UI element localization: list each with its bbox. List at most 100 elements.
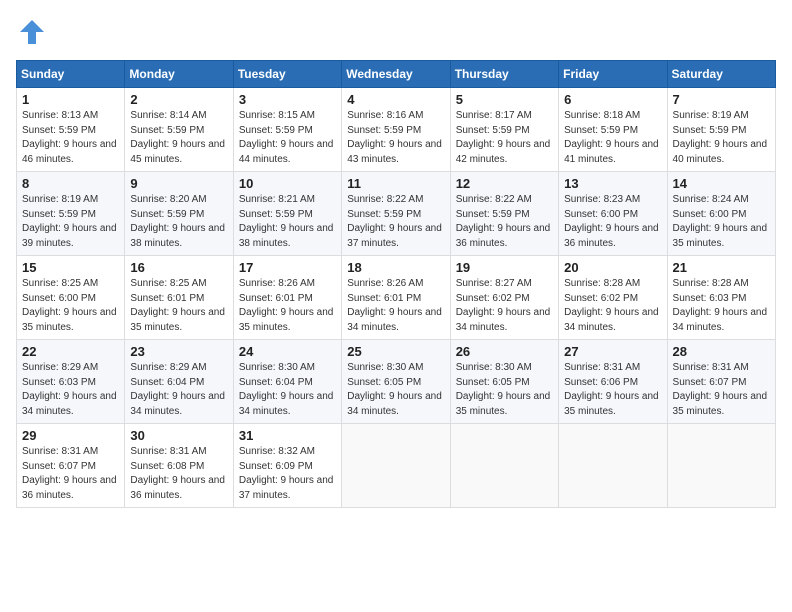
calendar-cell: 1 Sunrise: 8:13 AM Sunset: 5:59 PM Dayli… [17, 88, 125, 172]
day-number: 9 [130, 176, 227, 191]
calendar-cell: 25 Sunrise: 8:30 AM Sunset: 6:05 PM Dayl… [342, 340, 450, 424]
calendar-week-4: 22 Sunrise: 8:29 AM Sunset: 6:03 PM Dayl… [17, 340, 776, 424]
sunrise-label: Sunrise: 8:22 AM [456, 194, 532, 205]
day-info: Sunrise: 8:20 AM Sunset: 5:59 PM Dayligh… [130, 193, 227, 251]
calendar-cell [559, 424, 667, 508]
weekday-header-sunday: Sunday [17, 61, 125, 88]
sunset-label: Sunset: 5:59 PM [347, 209, 421, 220]
daylight-label: Daylight: 9 hours and 34 minutes. [22, 391, 117, 417]
calendar-cell: 28 Sunrise: 8:31 AM Sunset: 6:07 PM Dayl… [667, 340, 775, 424]
day-number: 20 [564, 260, 661, 275]
sunrise-label: Sunrise: 8:24 AM [673, 194, 749, 205]
daylight-label: Daylight: 9 hours and 36 minutes. [22, 475, 117, 501]
daylight-label: Daylight: 9 hours and 44 minutes. [239, 139, 334, 165]
calendar-cell: 17 Sunrise: 8:26 AM Sunset: 6:01 PM Dayl… [233, 256, 341, 340]
day-info: Sunrise: 8:28 AM Sunset: 6:02 PM Dayligh… [564, 277, 661, 335]
calendar-cell: 30 Sunrise: 8:31 AM Sunset: 6:08 PM Dayl… [125, 424, 233, 508]
day-info: Sunrise: 8:21 AM Sunset: 5:59 PM Dayligh… [239, 193, 336, 251]
calendar-cell: 15 Sunrise: 8:25 AM Sunset: 6:00 PM Dayl… [17, 256, 125, 340]
day-number: 13 [564, 176, 661, 191]
calendar-cell: 20 Sunrise: 8:28 AM Sunset: 6:02 PM Dayl… [559, 256, 667, 340]
calendar-cell: 8 Sunrise: 8:19 AM Sunset: 5:59 PM Dayli… [17, 172, 125, 256]
day-info: Sunrise: 8:19 AM Sunset: 5:59 PM Dayligh… [673, 109, 770, 167]
day-number: 11 [347, 176, 444, 191]
sunrise-label: Sunrise: 8:29 AM [22, 362, 98, 373]
day-info: Sunrise: 8:29 AM Sunset: 6:03 PM Dayligh… [22, 361, 119, 419]
day-info: Sunrise: 8:22 AM Sunset: 5:59 PM Dayligh… [347, 193, 444, 251]
day-info: Sunrise: 8:31 AM Sunset: 6:08 PM Dayligh… [130, 445, 227, 503]
day-info: Sunrise: 8:18 AM Sunset: 5:59 PM Dayligh… [564, 109, 661, 167]
sunset-label: Sunset: 5:59 PM [22, 125, 96, 136]
sunrise-label: Sunrise: 8:31 AM [130, 446, 206, 457]
day-info: Sunrise: 8:25 AM Sunset: 6:00 PM Dayligh… [22, 277, 119, 335]
sunrise-label: Sunrise: 8:30 AM [456, 362, 532, 373]
daylight-label: Daylight: 9 hours and 34 minutes. [130, 391, 225, 417]
sunrise-label: Sunrise: 8:20 AM [130, 194, 206, 205]
calendar-cell: 14 Sunrise: 8:24 AM Sunset: 6:00 PM Dayl… [667, 172, 775, 256]
day-info: Sunrise: 8:30 AM Sunset: 6:05 PM Dayligh… [347, 361, 444, 419]
weekday-header-wednesday: Wednesday [342, 61, 450, 88]
day-info: Sunrise: 8:30 AM Sunset: 6:05 PM Dayligh… [456, 361, 553, 419]
day-info: Sunrise: 8:30 AM Sunset: 6:04 PM Dayligh… [239, 361, 336, 419]
sunset-label: Sunset: 6:07 PM [22, 461, 96, 472]
sunset-label: Sunset: 6:05 PM [456, 377, 530, 388]
daylight-label: Daylight: 9 hours and 34 minutes. [456, 307, 551, 333]
daylight-label: Daylight: 9 hours and 38 minutes. [239, 223, 334, 249]
weekday-header-friday: Friday [559, 61, 667, 88]
sunset-label: Sunset: 6:04 PM [239, 377, 313, 388]
sunrise-label: Sunrise: 8:31 AM [564, 362, 640, 373]
daylight-label: Daylight: 9 hours and 34 minutes. [347, 307, 442, 333]
daylight-label: Daylight: 9 hours and 38 minutes. [130, 223, 225, 249]
day-info: Sunrise: 8:17 AM Sunset: 5:59 PM Dayligh… [456, 109, 553, 167]
sunset-label: Sunset: 5:59 PM [347, 125, 421, 136]
sunrise-label: Sunrise: 8:29 AM [130, 362, 206, 373]
daylight-label: Daylight: 9 hours and 39 minutes. [22, 223, 117, 249]
day-number: 22 [22, 344, 119, 359]
sunrise-label: Sunrise: 8:31 AM [673, 362, 749, 373]
sunrise-label: Sunrise: 8:17 AM [456, 110, 532, 121]
sunset-label: Sunset: 5:59 PM [22, 209, 96, 220]
page-header [16, 16, 776, 48]
day-number: 27 [564, 344, 661, 359]
day-number: 31 [239, 428, 336, 443]
daylight-label: Daylight: 9 hours and 41 minutes. [564, 139, 659, 165]
day-info: Sunrise: 8:24 AM Sunset: 6:00 PM Dayligh… [673, 193, 770, 251]
sunset-label: Sunset: 5:59 PM [673, 125, 747, 136]
daylight-label: Daylight: 9 hours and 43 minutes. [347, 139, 442, 165]
calendar-cell: 2 Sunrise: 8:14 AM Sunset: 5:59 PM Dayli… [125, 88, 233, 172]
calendar-header-row: SundayMondayTuesdayWednesdayThursdayFrid… [17, 61, 776, 88]
day-info: Sunrise: 8:13 AM Sunset: 5:59 PM Dayligh… [22, 109, 119, 167]
daylight-label: Daylight: 9 hours and 35 minutes. [239, 307, 334, 333]
sunrise-label: Sunrise: 8:26 AM [239, 278, 315, 289]
day-info: Sunrise: 8:31 AM Sunset: 6:07 PM Dayligh… [673, 361, 770, 419]
day-info: Sunrise: 8:22 AM Sunset: 5:59 PM Dayligh… [456, 193, 553, 251]
sunrise-label: Sunrise: 8:19 AM [673, 110, 749, 121]
day-number: 12 [456, 176, 553, 191]
daylight-label: Daylight: 9 hours and 40 minutes. [673, 139, 768, 165]
sunset-label: Sunset: 6:02 PM [564, 293, 638, 304]
day-number: 24 [239, 344, 336, 359]
calendar-cell [667, 424, 775, 508]
day-number: 16 [130, 260, 227, 275]
day-number: 1 [22, 92, 119, 107]
calendar-cell: 31 Sunrise: 8:32 AM Sunset: 6:09 PM Dayl… [233, 424, 341, 508]
daylight-label: Daylight: 9 hours and 46 minutes. [22, 139, 117, 165]
daylight-label: Daylight: 9 hours and 34 minutes. [239, 391, 334, 417]
calendar-week-5: 29 Sunrise: 8:31 AM Sunset: 6:07 PM Dayl… [17, 424, 776, 508]
day-number: 25 [347, 344, 444, 359]
sunset-label: Sunset: 5:59 PM [130, 209, 204, 220]
day-info: Sunrise: 8:28 AM Sunset: 6:03 PM Dayligh… [673, 277, 770, 335]
day-info: Sunrise: 8:14 AM Sunset: 5:59 PM Dayligh… [130, 109, 227, 167]
day-number: 15 [22, 260, 119, 275]
sunset-label: Sunset: 6:06 PM [564, 377, 638, 388]
calendar-cell: 23 Sunrise: 8:29 AM Sunset: 6:04 PM Dayl… [125, 340, 233, 424]
sunset-label: Sunset: 6:03 PM [673, 293, 747, 304]
sunset-label: Sunset: 6:04 PM [130, 377, 204, 388]
day-number: 2 [130, 92, 227, 107]
sunset-label: Sunset: 5:59 PM [239, 209, 313, 220]
day-info: Sunrise: 8:26 AM Sunset: 6:01 PM Dayligh… [347, 277, 444, 335]
sunrise-label: Sunrise: 8:30 AM [347, 362, 423, 373]
day-number: 28 [673, 344, 770, 359]
day-number: 29 [22, 428, 119, 443]
daylight-label: Daylight: 9 hours and 42 minutes. [456, 139, 551, 165]
